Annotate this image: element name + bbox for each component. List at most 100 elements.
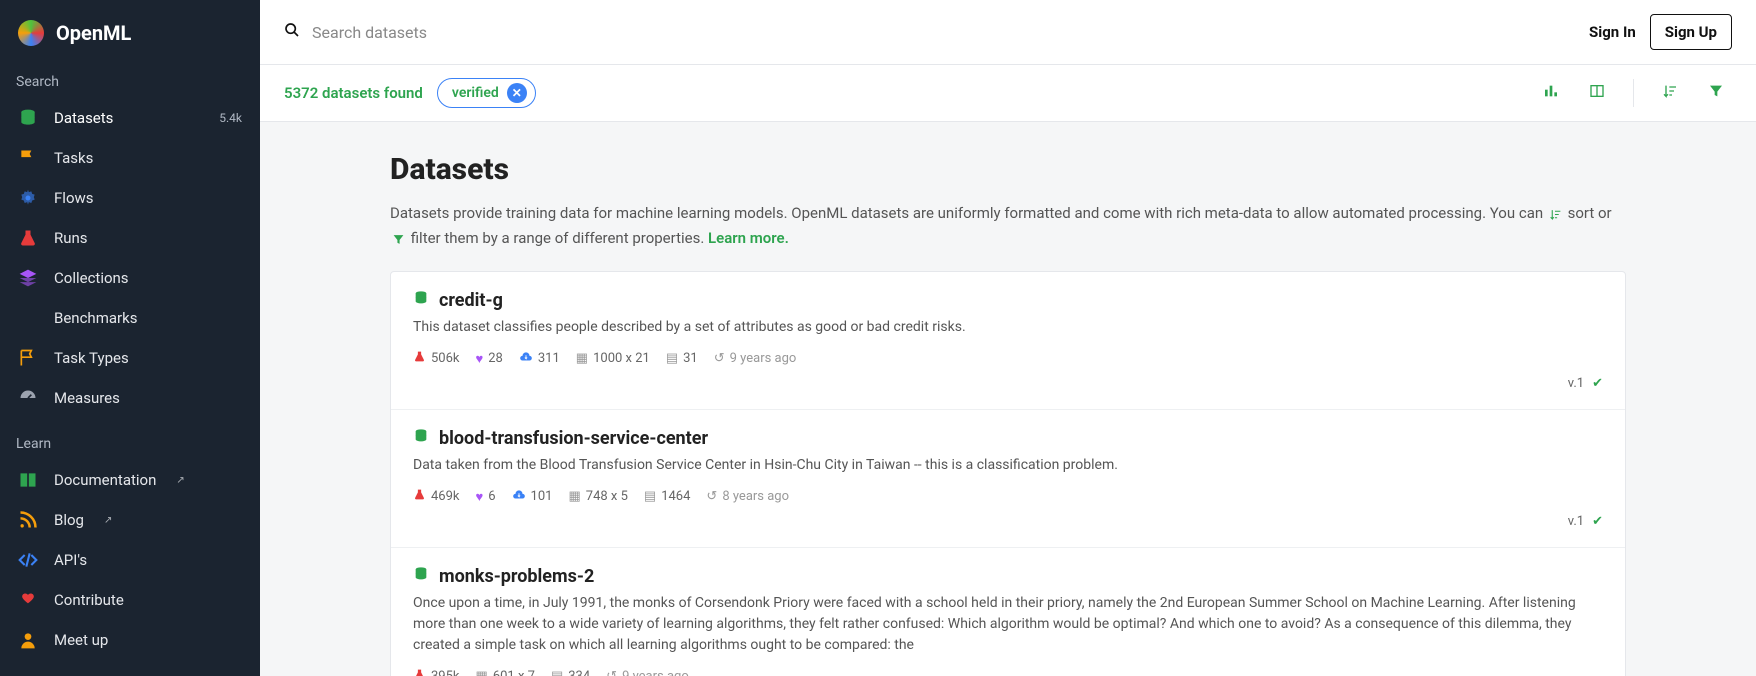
dataset-item[interactable]: monks-problems-2 Once upon a time, in Ju… xyxy=(391,547,1625,676)
sidebar-item-tasktypes[interactable]: Task Types xyxy=(0,338,260,378)
external-link-icon: ↗ xyxy=(176,475,184,486)
topbar: Sign In Sign Up xyxy=(260,0,1756,65)
dataset-version: v.1 xyxy=(1568,514,1584,529)
sidebar-item-label: Contribute xyxy=(54,591,124,609)
grid-icon: ▦ xyxy=(576,351,588,366)
filter-inline-icon xyxy=(392,232,405,247)
filter-chip-verified[interactable]: verified ✕ xyxy=(437,78,536,108)
dataset-description: Data taken from the Blood Transfusion Se… xyxy=(413,455,1603,476)
sidebar-section-learn: Learn xyxy=(0,418,260,460)
attributes-count: 1464 xyxy=(661,489,690,504)
sidebar-item-benchmarks[interactable]: Benchmarks xyxy=(0,298,260,338)
dataset-version: v.1 xyxy=(1568,376,1584,391)
external-link-icon: ↗ xyxy=(104,515,112,526)
heart-hand-icon xyxy=(18,590,38,610)
check-icon: ✔ xyxy=(1592,514,1603,529)
grid-icon: ▦ xyxy=(568,489,580,504)
sidebar-item-blog[interactable]: Blog ↗ xyxy=(0,500,260,540)
dataset-age: 8 years ago xyxy=(722,489,789,504)
list-icon: ▤ xyxy=(644,489,656,504)
heart-icon: ♥ xyxy=(476,351,484,367)
likes-count: 28 xyxy=(488,351,503,366)
dataset-description: This dataset classifies people described… xyxy=(413,317,1603,338)
book-icon xyxy=(18,470,38,490)
sort-icon[interactable] xyxy=(1654,77,1686,109)
downloads-count: 311 xyxy=(538,351,560,366)
history-icon: ↺ xyxy=(714,351,725,366)
sidebar-item-runs[interactable]: Runs xyxy=(0,218,260,258)
flask-icon xyxy=(413,668,426,676)
sidebar-item-apis[interactable]: API's xyxy=(0,540,260,580)
search-input[interactable] xyxy=(312,23,732,42)
main: Sign In Sign Up 5372 datasets found veri… xyxy=(260,0,1756,676)
dataset-stats: 395k ▦601 x 7 ▤334 ↺9 years ago xyxy=(413,668,1603,676)
dataset-name: credit-g xyxy=(439,290,503,311)
sidebar-item-meetup[interactable]: Meet up xyxy=(0,620,260,660)
learn-more-link[interactable]: Learn more. xyxy=(708,229,789,247)
signup-button[interactable]: Sign Up xyxy=(1650,14,1732,50)
gear-icon xyxy=(18,188,38,208)
search-wrap xyxy=(284,22,1589,42)
dimensions: 601 x 7 xyxy=(493,669,535,676)
list-icon: ▤ xyxy=(666,351,678,366)
dataset-item[interactable]: blood-transfusion-service-center Data ta… xyxy=(391,409,1625,547)
attributes-count: 334 xyxy=(568,669,590,676)
content: Datasets Datasets provide training data … xyxy=(260,122,1756,676)
results-count: 5372 datasets found xyxy=(284,84,423,102)
page-description: Datasets provide training data for machi… xyxy=(390,201,1626,251)
page-title: Datasets xyxy=(390,152,1626,187)
database-icon xyxy=(18,108,38,128)
sidebar-item-contribute[interactable]: Contribute xyxy=(0,580,260,620)
history-icon: ↺ xyxy=(606,669,617,676)
cloud-download-icon xyxy=(512,488,526,506)
dimensions: 1000 x 21 xyxy=(593,351,650,366)
sidebar-item-documentation[interactable]: Documentation ↗ xyxy=(0,460,260,500)
database-icon xyxy=(413,428,429,449)
sidebar-item-tasks[interactable]: Tasks xyxy=(0,138,260,178)
code-icon xyxy=(18,550,38,570)
database-icon xyxy=(413,566,429,587)
sidebar-item-label: Runs xyxy=(54,229,88,247)
filterbar: 5372 datasets found verified ✕ xyxy=(260,65,1756,122)
sidebar-item-label: Benchmarks xyxy=(54,309,137,327)
flag-outline-icon xyxy=(18,348,38,368)
dataset-stats: 469k ♥6 101 ▦748 x 5 ▤1464 ↺8 years ago xyxy=(413,488,1603,506)
sidebar-item-label: Documentation xyxy=(54,471,156,489)
sidebar-item-label: Blog xyxy=(54,511,84,529)
sidebar-item-label: API's xyxy=(54,551,87,569)
signin-link[interactable]: Sign In xyxy=(1589,23,1636,41)
auth: Sign In Sign Up xyxy=(1589,14,1732,50)
filter-icon[interactable] xyxy=(1700,77,1732,109)
sidebar-item-flows[interactable]: Flows xyxy=(0,178,260,218)
sidebar-item-label: Datasets xyxy=(54,109,113,127)
dataset-list: credit-g This dataset classifies people … xyxy=(390,271,1626,676)
dataset-name: blood-transfusion-service-center xyxy=(439,428,708,449)
sidebar-item-collections[interactable]: Collections xyxy=(0,258,260,298)
layers-icon xyxy=(18,268,38,288)
dataset-age: 9 years ago xyxy=(622,669,689,676)
search-icon xyxy=(284,22,300,42)
sidebar-item-label: Measures xyxy=(54,389,120,407)
flask-icon xyxy=(18,228,38,248)
sidebar-item-label: Tasks xyxy=(54,149,93,167)
history-icon: ↺ xyxy=(706,489,717,504)
chart-icon xyxy=(18,308,38,328)
stats-view-icon[interactable] xyxy=(1535,77,1567,109)
sidebar-item-measures[interactable]: Measures xyxy=(0,378,260,418)
sort-inline-icon xyxy=(1549,207,1562,222)
likes-count: 6 xyxy=(488,489,495,504)
dataset-age: 9 years ago xyxy=(730,351,797,366)
brand[interactable]: OpenML xyxy=(0,10,260,56)
sidebar-section-search: Search xyxy=(0,56,260,98)
sidebar-item-label: Meet up xyxy=(54,631,108,649)
sidebar-item-label: Flows xyxy=(54,189,94,207)
brand-logo-icon xyxy=(18,20,44,46)
people-icon xyxy=(18,630,38,650)
close-icon[interactable]: ✕ xyxy=(507,83,527,103)
gauge-icon xyxy=(18,388,38,408)
flag-icon xyxy=(18,148,38,168)
sidebar-item-datasets[interactable]: Datasets 5.4k xyxy=(0,98,260,138)
cloud-download-icon xyxy=(519,350,533,368)
columns-view-icon[interactable] xyxy=(1581,77,1613,109)
dataset-item[interactable]: credit-g This dataset classifies people … xyxy=(391,272,1625,409)
